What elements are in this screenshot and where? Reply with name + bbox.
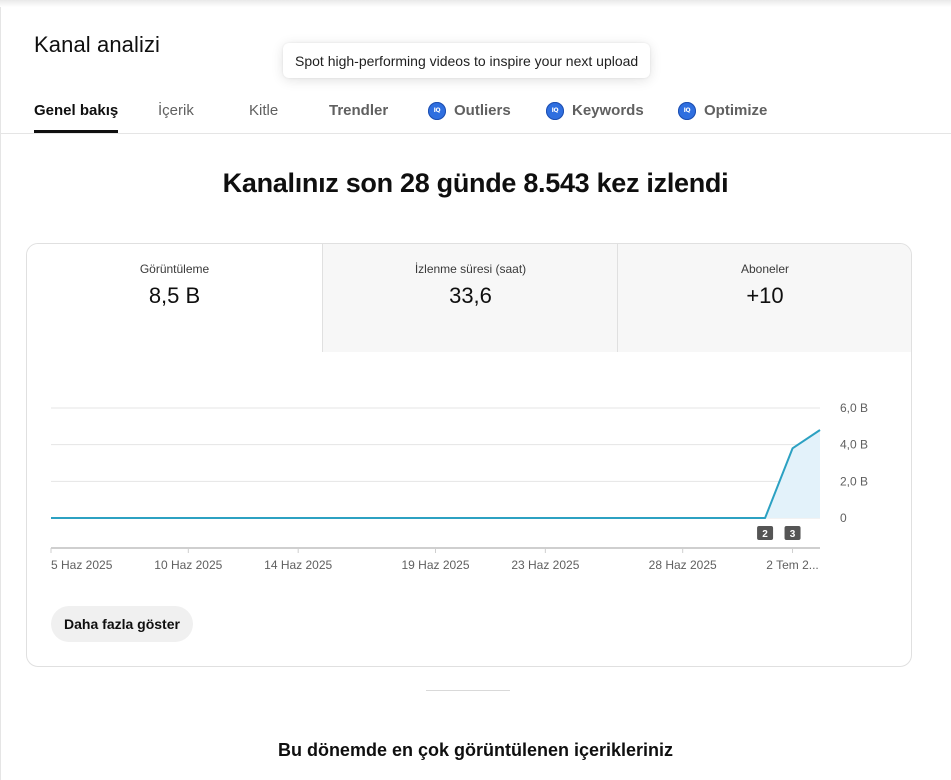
tab-trends[interactable]: Trendler <box>329 88 388 133</box>
tab-optimize[interactable]: IQ Optimize <box>678 88 767 133</box>
metric-label: İzlenme süresi (saat) <box>414 262 527 276</box>
metric-watch-time[interactable]: İzlenme süresi (saat) 33,6 <box>322 244 618 352</box>
show-more-button[interactable]: Daha fazla göster <box>51 606 193 642</box>
tab-audience[interactable]: Kitle <box>249 88 278 133</box>
top-content-title: Bu dönemde en çok görüntülenen içerikler… <box>277 740 674 760</box>
tab-label: Optimize <box>704 102 768 119</box>
tab-label: İçerik <box>158 102 194 119</box>
views-headline: Kanalınız son 28 günde 8.543 kez izlendi <box>222 168 729 198</box>
tab-keywords[interactable]: IQ Keywords <box>546 88 644 133</box>
tab-label: Kitle <box>249 102 279 119</box>
page-title: Kanal analizi <box>34 32 161 57</box>
metric-views[interactable]: Görüntüleme 8,5 B <box>27 244 322 352</box>
tab-overview[interactable]: Genel bakış <box>34 88 119 133</box>
metric-value: 33,6 <box>449 283 492 308</box>
tab-content[interactable]: İçerik <box>158 88 194 133</box>
tab-outliers[interactable]: IQ Outliers <box>428 88 511 133</box>
metric-label: Aboneler <box>740 262 790 276</box>
tab-label: Keywords <box>572 102 644 119</box>
tooltip: Spot high-performing videos to inspire y… <box>283 43 651 78</box>
vidiq-icon: IQ <box>546 101 564 120</box>
metric-value: +10 <box>746 283 784 308</box>
tab-label: Outliers <box>454 102 511 119</box>
section-divider <box>426 690 510 691</box>
metric-value: 8,5 B <box>148 283 201 308</box>
tooltip-text: Spot high-performing videos to inspire y… <box>295 52 639 69</box>
tab-label: Genel bakış <box>34 102 119 119</box>
tab-bar: Genel bakış İçerik Kitle Trendler IQ Out… <box>0 88 951 134</box>
metric-label: Görüntüleme <box>139 262 210 276</box>
vidiq-icon: IQ <box>428 101 446 120</box>
metric-subscribers[interactable]: Aboneler +10 <box>617 244 911 352</box>
vidiq-icon: IQ <box>678 101 696 120</box>
metrics-card: Görüntüleme 8,5 B İzlenme süresi (saat) … <box>26 243 912 667</box>
tab-label: Trendler <box>329 102 389 119</box>
top-shadow <box>0 0 951 7</box>
